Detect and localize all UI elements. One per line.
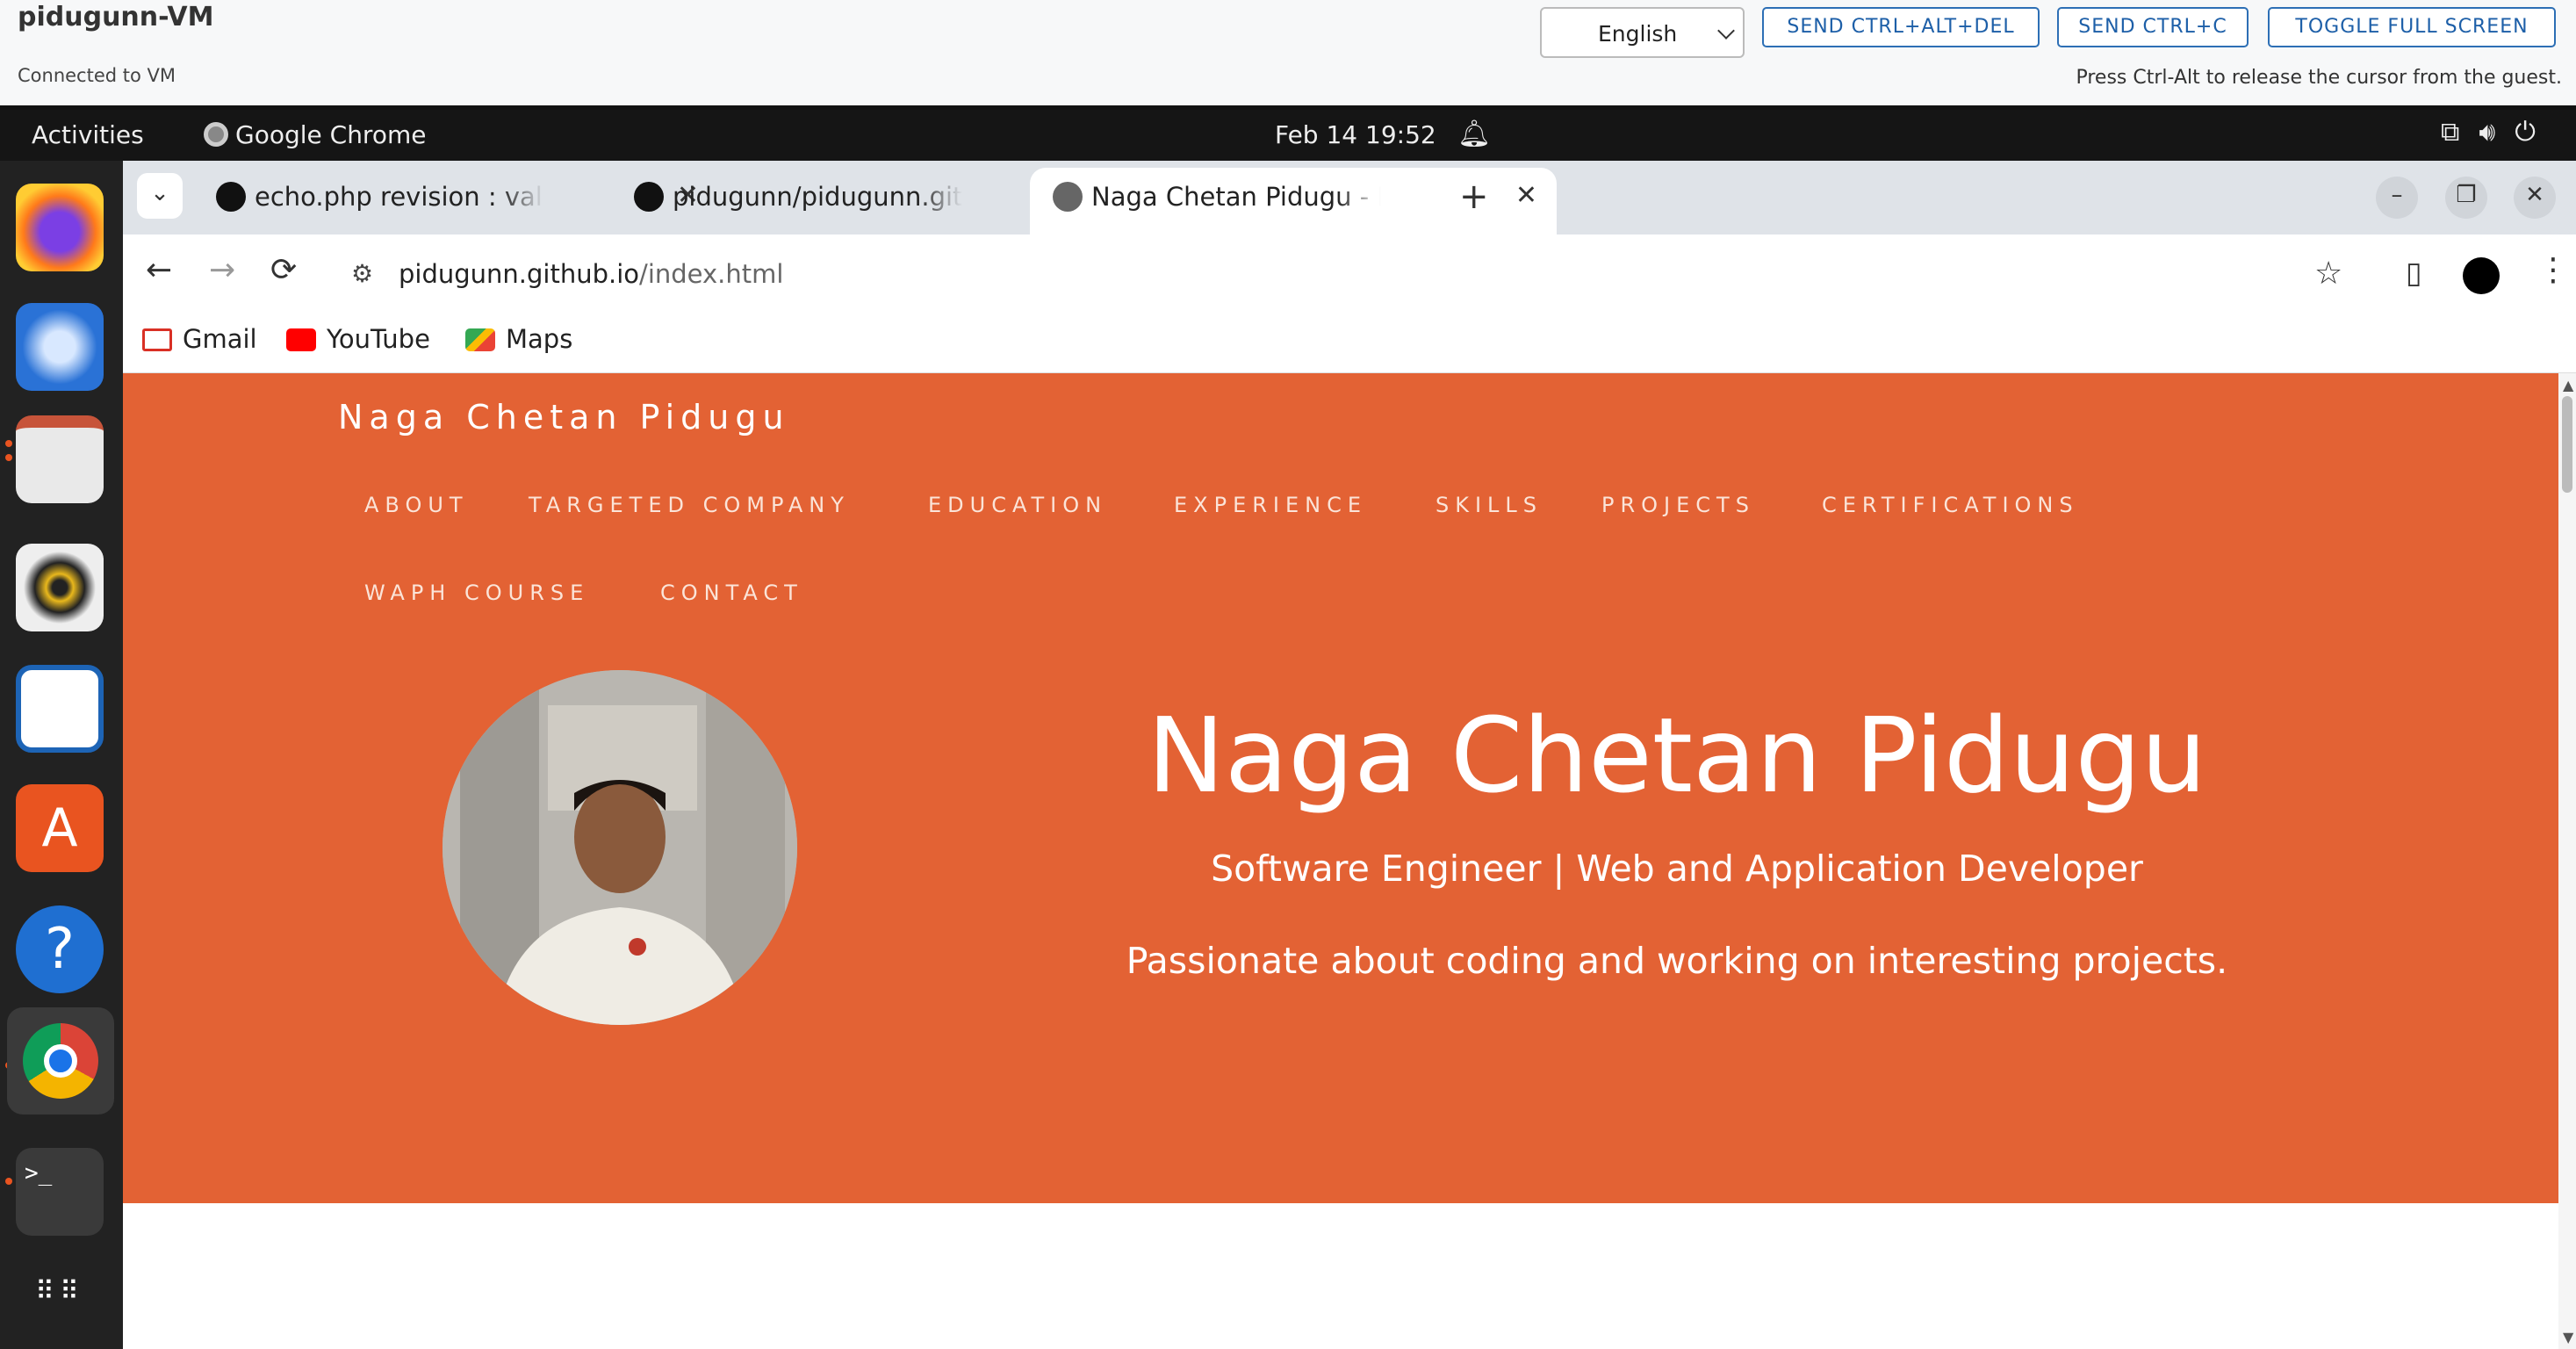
bell-icon[interactable]: 🔔︎	[1457, 119, 1491, 149]
close-icon[interactable]: ✕	[1515, 180, 1537, 211]
writer-icon[interactable]	[16, 665, 104, 753]
profile-avatar[interactable]	[2463, 257, 2500, 294]
scroll-up-icon[interactable]: ▲	[2563, 377, 2573, 393]
firefox-icon[interactable]	[16, 184, 104, 271]
app-menu[interactable]: Google Chrome	[204, 120, 426, 149]
bookmark-star-icon[interactable]: ☆	[2314, 256, 2342, 292]
hero-section: Naga Chetan Pidugu ABOUT TARGETED COMPAN…	[123, 373, 2558, 1203]
tab-search-button[interactable]: ⌄	[137, 173, 183, 219]
maximize-button[interactable]: ❐	[2445, 177, 2487, 219]
chrome-icon[interactable]	[7, 1007, 114, 1115]
hero-name: Naga Chetan Pidugu	[1147, 695, 2207, 816]
nav-certifications[interactable]: CERTIFICATIONS	[1822, 493, 2079, 517]
dock: A ? >_ ⠿⠿	[0, 161, 123, 1349]
reload-button[interactable]: ⟳	[270, 252, 297, 288]
maps-icon	[465, 328, 495, 351]
url-text[interactable]: pidugunn.github.io/index.html	[399, 259, 783, 289]
network-icon: ⧉	[2440, 117, 2479, 148]
gnome-top-bar: Activities Google Chrome Feb 14 19:52 🔔︎…	[0, 110, 2576, 161]
send-ctrl-c-button[interactable]: SEND CTRL+C	[2057, 7, 2249, 47]
tab-strip: ⌄ echo.php revision : valid ✕ pidugunn/p…	[123, 161, 2576, 234]
web-page: Naga Chetan Pidugu ABOUT TARGETED COMPAN…	[123, 373, 2558, 1349]
chrome-icon	[204, 122, 228, 147]
page-scrollbar[interactable]: ▲ ▼	[2558, 373, 2576, 1349]
language-select-value: English	[1598, 21, 1678, 47]
bookmark-label: Maps	[506, 324, 573, 354]
nav-waph-course[interactable]: WAPH COURSE	[364, 581, 589, 605]
chrome-window: ⌄ echo.php revision : valid ✕ pidugunn/p…	[123, 161, 2576, 1349]
globe-icon	[1053, 182, 1083, 212]
nav-contact[interactable]: CONTACT	[660, 581, 803, 605]
clock[interactable]: Feb 14 19:52	[1275, 120, 1436, 149]
gmail-icon	[142, 328, 172, 351]
nav-experience[interactable]: EXPERIENCE	[1174, 493, 1367, 517]
bookmark-gmail[interactable]: Gmail	[142, 324, 257, 354]
new-tab-button[interactable]: +	[1459, 177, 1489, 217]
send-ctrl-alt-del-button[interactable]: SEND CTRL+ALT+DEL	[1762, 7, 2040, 47]
hero-tagline: Passionate about coding and working on i…	[1126, 940, 2228, 982]
forward-button[interactable]: →	[209, 252, 235, 288]
site-brand[interactable]: Naga Chetan Pidugu	[338, 398, 790, 436]
terminal-icon[interactable]: >_	[16, 1148, 104, 1236]
nav-about[interactable]: ABOUT	[364, 493, 469, 517]
site-info-icon[interactable]: ⚙︎	[351, 259, 373, 288]
power-icon: ⏻	[2515, 117, 2555, 148]
rhythmbox-icon[interactable]	[16, 544, 104, 631]
release-cursor-hint: Press Ctrl-Alt to release the cursor fro…	[2076, 67, 2562, 89]
address-bar[interactable]: ⚙︎ pidugunn.github.io/index.html ☆	[335, 245, 2372, 305]
activities-button[interactable]: Activities	[32, 120, 144, 149]
vm-title: pidugunn-VM	[18, 2, 214, 32]
tab-title: pidugunn/pidugunn.github	[673, 182, 962, 212]
hero-subtitle: Software Engineer | Web and Application …	[1211, 848, 2143, 890]
app-grid-icon[interactable]: ⠿⠿	[16, 1248, 104, 1336]
github-icon	[634, 182, 664, 212]
language-select[interactable]: English	[1540, 7, 1745, 58]
app-menu-label: Google Chrome	[235, 120, 427, 149]
help-icon[interactable]: ?	[16, 905, 104, 993]
minimize-button[interactable]: –	[2376, 177, 2418, 219]
vm-console-bar: pidugunn-VM Connected to VM English SEND…	[0, 0, 2576, 107]
nav-targeted-company[interactable]: TARGETED COMPANY	[529, 493, 850, 517]
bookmark-label: YouTube	[327, 324, 430, 354]
vm-connection-status: Connected to VM	[18, 65, 176, 86]
url-host: pidugunn.github.io	[399, 259, 640, 289]
browser-toolbar: ← → ⟳ ⚙︎ pidugunn.github.io/index.html ☆…	[123, 234, 2576, 315]
side-panel-icon[interactable]: ▯	[2406, 256, 2422, 291]
nav-education[interactable]: EDUCATION	[928, 493, 1107, 517]
thunderbird-icon[interactable]	[16, 303, 104, 391]
toggle-full-screen-button[interactable]: TOGGLE FULL SCREEN	[2268, 7, 2556, 47]
chevron-down-icon	[1717, 22, 1735, 40]
files-icon[interactable]	[16, 415, 104, 503]
github-icon	[216, 182, 246, 212]
scrollbar-thumb[interactable]	[2562, 396, 2572, 493]
url-path: /index.html	[639, 259, 784, 289]
bookmark-label: Gmail	[183, 324, 257, 354]
menu-icon[interactable]: ⋮	[2537, 252, 2569, 288]
tab-title: echo.php revision : valid	[255, 182, 544, 212]
bookmarks-bar: Gmail YouTube Maps	[123, 315, 2576, 373]
nav-skills[interactable]: SKILLS	[1436, 493, 1543, 517]
system-tray[interactable]: ⧉🔊︎⏻	[2441, 117, 2555, 148]
volume-icon: 🔊︎	[2479, 117, 2515, 148]
bookmark-maps[interactable]: Maps	[465, 324, 572, 354]
scroll-down-icon[interactable]: ▼	[2563, 1329, 2573, 1345]
nav-projects[interactable]: PROJECTS	[1601, 493, 1755, 517]
youtube-icon	[286, 328, 316, 351]
close-window-button[interactable]: ✕	[2514, 177, 2556, 219]
bookmark-youtube[interactable]: YouTube	[286, 324, 430, 354]
profile-photo	[443, 670, 797, 1025]
tab-title: Naga Chetan Pidugu - Pr	[1091, 182, 1381, 212]
app-center-icon[interactable]: A	[16, 784, 104, 872]
back-button[interactable]: ←	[146, 252, 172, 288]
